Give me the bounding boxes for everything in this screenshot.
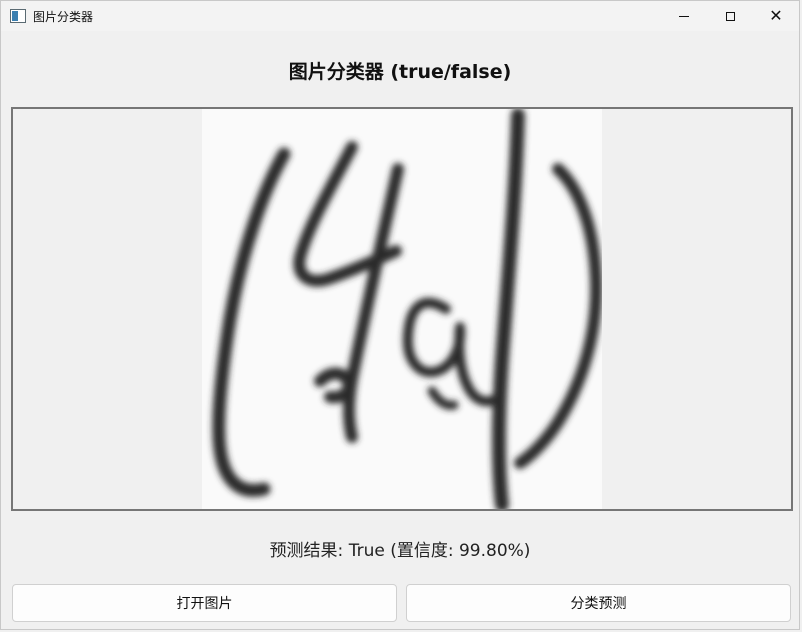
title-bar: 图片分类器 ✕: [1, 1, 799, 31]
app-icon: [10, 9, 26, 23]
image-preview-frame: [11, 107, 793, 512]
open-image-button[interactable]: 打开图片: [12, 584, 397, 622]
close-button[interactable]: ✕: [753, 1, 799, 31]
page-title: 图片分类器 (true/false): [288, 61, 512, 83]
handwriting-image: [202, 108, 603, 512]
minimize-icon: [679, 15, 689, 17]
predict-button[interactable]: 分类预测: [406, 584, 791, 622]
close-icon: ✕: [769, 6, 783, 25]
minimize-button[interactable]: [661, 1, 707, 31]
window-title: 图片分类器: [33, 9, 94, 24]
preview-image: [202, 108, 603, 512]
maximize-button[interactable]: [707, 1, 753, 31]
window-controls: ✕: [661, 1, 799, 31]
maximize-icon: [725, 11, 735, 21]
prediction-result: 预测结果: True (置信度: 99.80%): [269, 541, 531, 561]
app-window: 图片分类器 ✕ 图片分类器 (true/false) 预测结果: True (置…: [0, 0, 800, 630]
